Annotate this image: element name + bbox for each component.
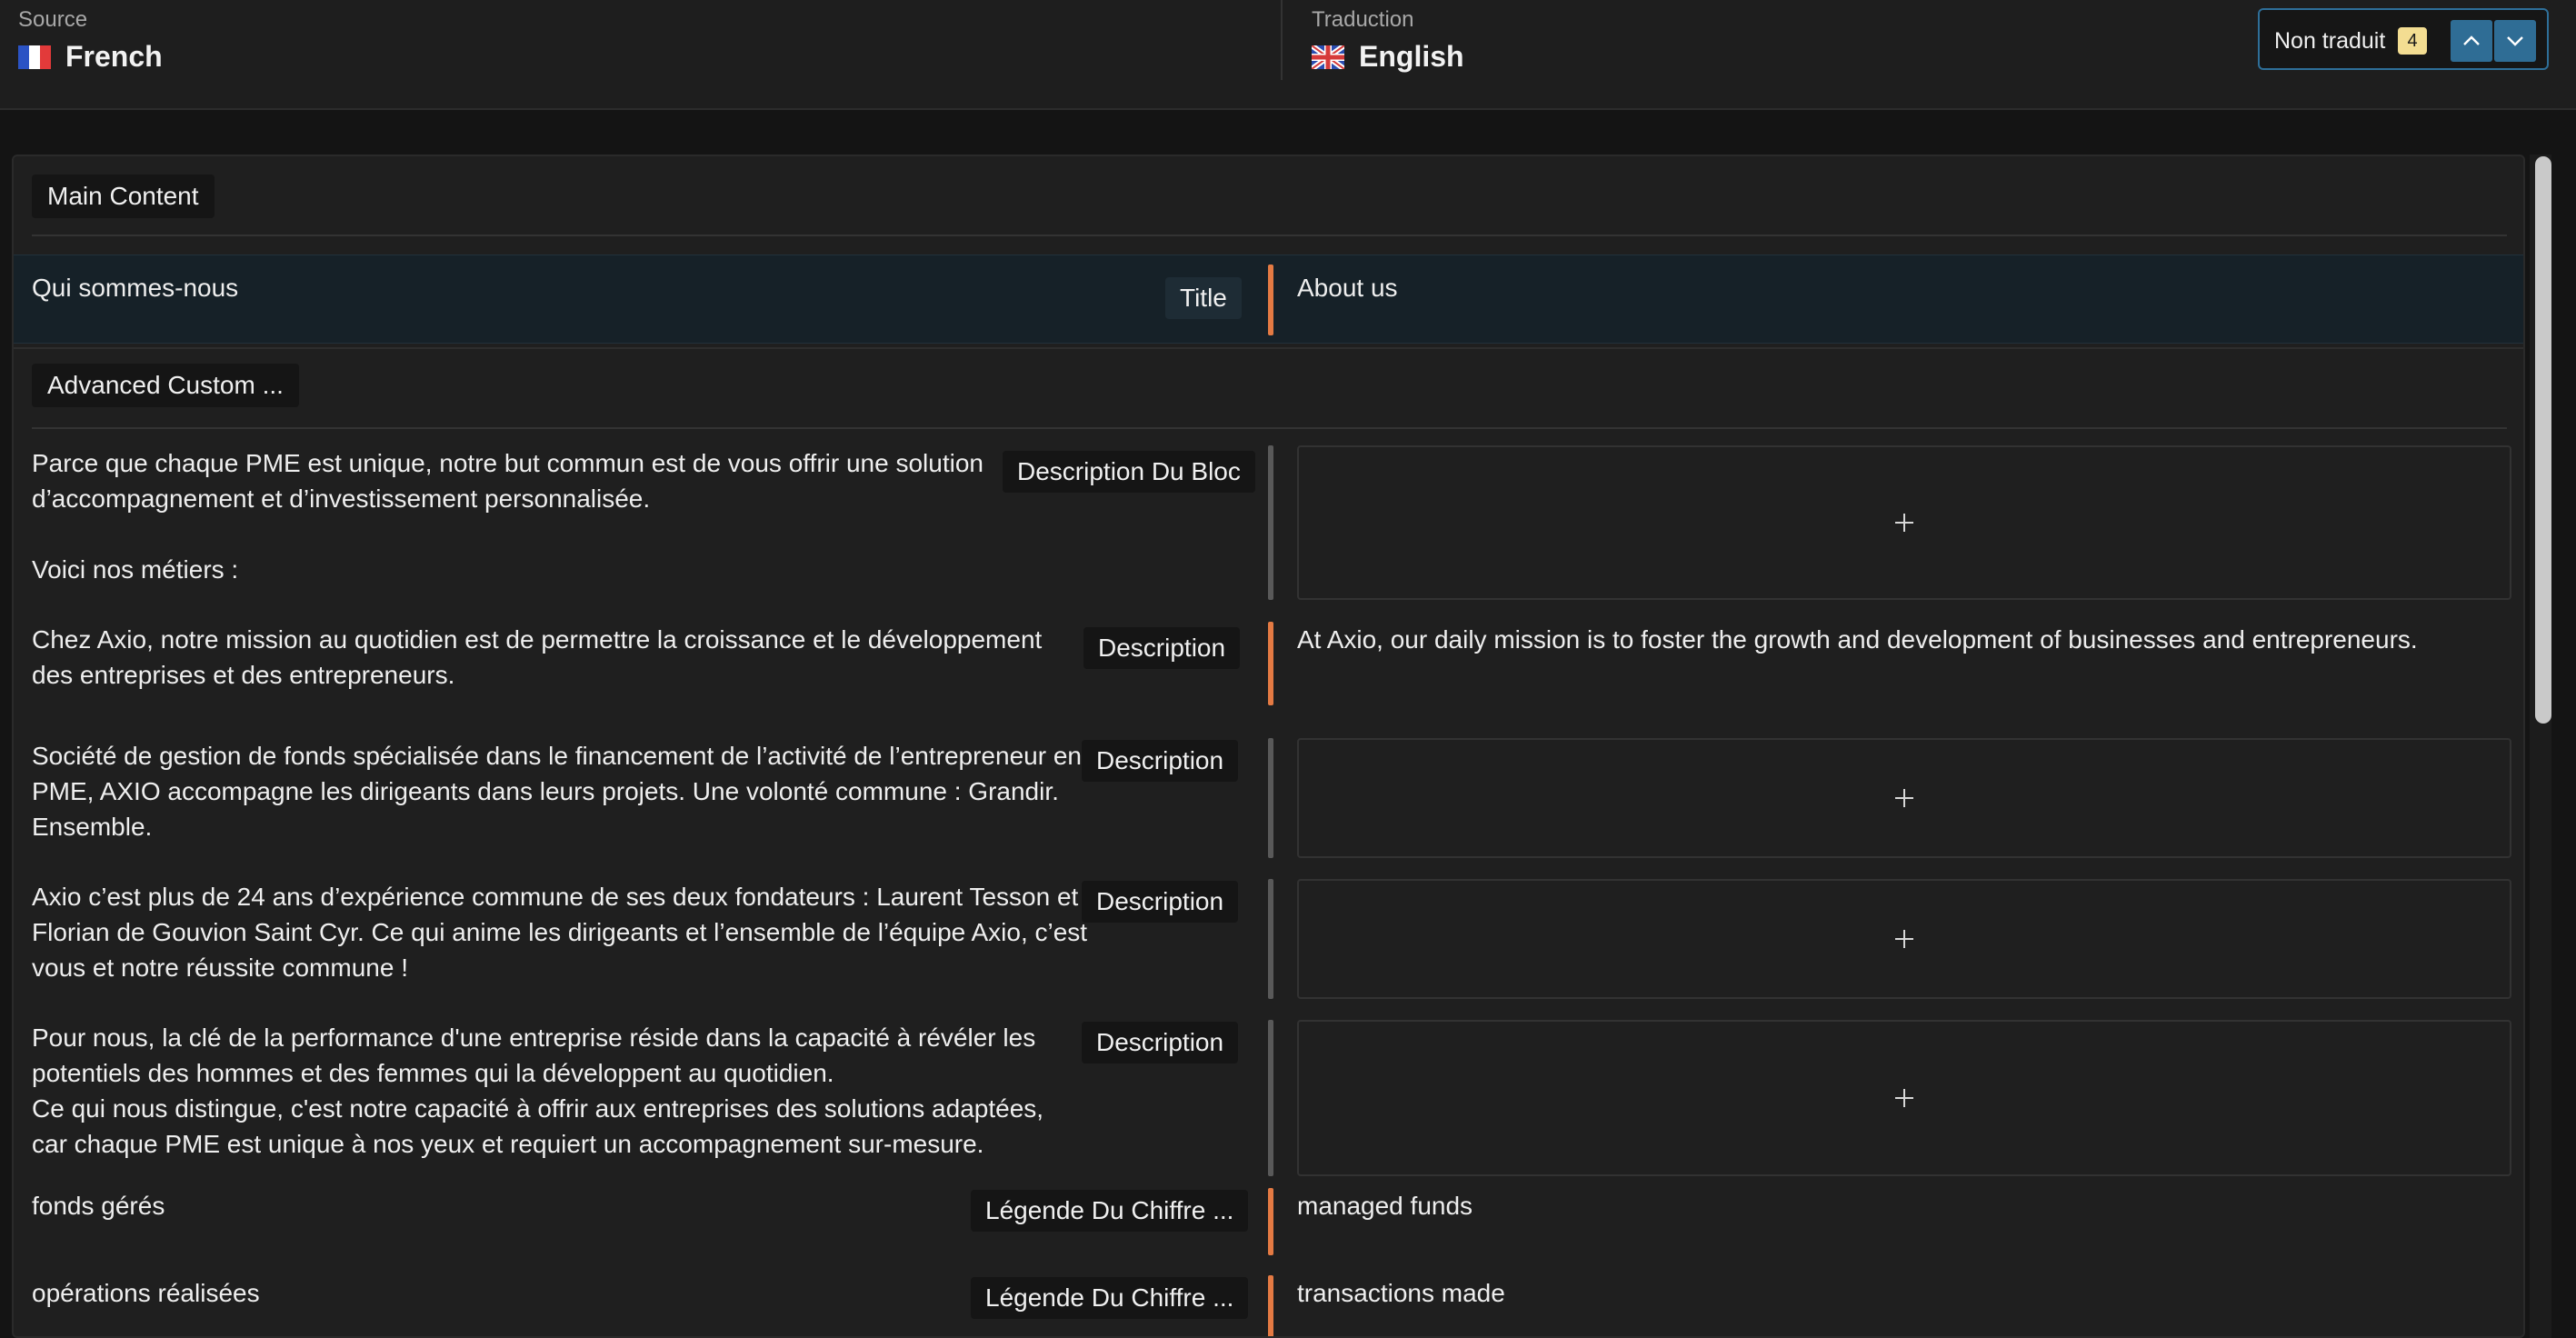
- source-line: Florian de Gouvion Saint Cyr. Ce qui ani…: [32, 918, 1088, 946]
- source-line: d’accompagnement et d’investissement per…: [32, 484, 651, 513]
- source-language-name: French: [65, 40, 163, 73]
- section-label: Main Content: [32, 175, 215, 218]
- add-translation-box[interactable]: [1297, 445, 2511, 600]
- translated-marker: [1268, 622, 1273, 705]
- plus-icon: [1895, 1089, 1913, 1107]
- source-line: PME, AXIO accompagne les dirigeants dans…: [32, 777, 1059, 805]
- untranslated-marker: [1268, 879, 1273, 999]
- add-translation-box[interactable]: [1297, 738, 2511, 858]
- source-line: des entreprises et des entrepreneurs.: [32, 661, 455, 689]
- target-caption: Traduction: [1312, 7, 1414, 32]
- translation-row[interactable]: fonds gérés Légende Du Chiffre ... manag…: [14, 1188, 2523, 1270]
- source-text: fonds gérés: [32, 1188, 165, 1223]
- source-line: fonds gérés: [32, 1192, 165, 1220]
- filter-label: Non traduit: [2274, 28, 2386, 54]
- translation-row[interactable]: Axio c’est plus de 24 ans d’expérience c…: [14, 879, 2523, 1006]
- untranslated-marker: [1268, 738, 1273, 858]
- translation-row[interactable]: Pour nous, la clé de la performance d'un…: [14, 1020, 2523, 1176]
- translation-panel: Main Content Qui sommes-nous Title About…: [12, 155, 2525, 1338]
- previous-untranslated-button[interactable]: [2451, 20, 2492, 62]
- source-text: opérations réalisées: [32, 1275, 260, 1311]
- translation-text[interactable]: At Axio, our daily mission is to foster …: [1297, 622, 2418, 657]
- translation-header: Source French Traduction English Non tra…: [0, 0, 2576, 110]
- plus-icon: [1895, 514, 1913, 532]
- source-line: Voici nos métiers :: [32, 555, 239, 584]
- section-label: Advanced Custom ...: [32, 364, 299, 407]
- translation-text[interactable]: About us: [1297, 270, 1398, 305]
- source-line: Pour nous, la clé de la performance d'un…: [32, 1023, 1036, 1052]
- next-untranslated-button[interactable]: [2494, 20, 2536, 62]
- field-type-tag: Description Du Bloc: [1003, 451, 1255, 493]
- source-text: Chez Axio, notre mission au quotidien es…: [32, 622, 1042, 693]
- target-language-name: English: [1359, 40, 1464, 73]
- source-line: Ce qui nous distingue, c'est notre capac…: [32, 1094, 1044, 1123]
- source-line: Parce que chaque PME est unique, notre b…: [32, 449, 983, 477]
- untranslated-filter[interactable]: Non traduit 4: [2258, 8, 2549, 70]
- field-type-tag: Description: [1083, 627, 1241, 669]
- field-type-tag: Légende Du Chiffre ...: [971, 1277, 1249, 1319]
- translation-row[interactable]: opérations réalisées Légende Du Chiffre …: [14, 1275, 2523, 1336]
- untranslated-count-badge: 4: [2398, 27, 2427, 55]
- field-type-tag: Description: [1082, 1022, 1239, 1063]
- source-line: vous et notre réussite commune !: [32, 954, 408, 982]
- translated-marker: [1268, 1275, 1273, 1336]
- source-line: car chaque PME est unique à nos yeux et …: [32, 1130, 984, 1158]
- source-text: Pour nous, la clé de la performance d'un…: [32, 1020, 1043, 1162]
- section-divider: [32, 427, 2507, 429]
- source-line: potentiels des hommes et des femmes qui …: [32, 1059, 834, 1087]
- scrollbar-thumb[interactable]: [2535, 156, 2551, 724]
- translation-text[interactable]: transactions made: [1297, 1275, 1505, 1311]
- header-divider: [1281, 0, 1283, 80]
- translated-marker: [1268, 265, 1273, 335]
- untranslated-marker: [1268, 1020, 1273, 1176]
- field-type-tag: Description: [1082, 881, 1239, 923]
- source-text: Parce que chaque PME est unique, notre b…: [32, 445, 983, 587]
- section-main-content: Main Content: [14, 156, 2523, 236]
- add-translation-box[interactable]: [1297, 1020, 2511, 1176]
- chevron-down-icon: [2507, 36, 2523, 46]
- translation-text[interactable]: managed funds: [1297, 1188, 1473, 1223]
- source-line: Qui sommes-nous: [32, 274, 239, 302]
- field-type-tag: Title: [1165, 277, 1242, 319]
- section-divider: [32, 235, 2507, 236]
- source-text: Axio c’est plus de 24 ans d’expérience c…: [32, 879, 1087, 985]
- uk-flag-icon: [1312, 45, 1344, 69]
- untranslated-marker: [1268, 445, 1273, 600]
- source-line: opérations réalisées: [32, 1279, 260, 1307]
- source-line: Société de gestion de fonds spécialisée …: [32, 742, 1082, 770]
- field-type-tag: Description: [1082, 740, 1239, 782]
- translation-row[interactable]: Société de gestion de fonds spécialisée …: [14, 738, 2523, 865]
- chevron-up-icon: [2463, 35, 2480, 45]
- source-caption: Source: [18, 7, 88, 32]
- source-text: Société de gestion de fonds spécialisée …: [32, 738, 1082, 844]
- translation-row[interactable]: Parce que chaque PME est unique, notre b…: [14, 445, 2523, 618]
- translated-marker: [1268, 1188, 1273, 1255]
- translation-row-title[interactable]: Qui sommes-nous Title About us: [14, 255, 2523, 344]
- field-type-tag: Légende Du Chiffre ...: [971, 1190, 1249, 1232]
- plus-icon: [1895, 789, 1913, 807]
- source-line: Axio c’est plus de 24 ans d’expérience c…: [32, 883, 1079, 911]
- source-line: Ensemble.: [32, 813, 153, 841]
- source-text: Qui sommes-nous: [32, 270, 238, 305]
- source-line: [32, 516, 983, 552]
- source-line: Chez Axio, notre mission au quotidien es…: [32, 625, 1043, 654]
- france-flag-icon: [18, 45, 51, 69]
- add-translation-box[interactable]: [1297, 879, 2511, 999]
- section-advanced-custom-fields: Advanced Custom ...: [14, 349, 2523, 429]
- plus-icon: [1895, 930, 1913, 948]
